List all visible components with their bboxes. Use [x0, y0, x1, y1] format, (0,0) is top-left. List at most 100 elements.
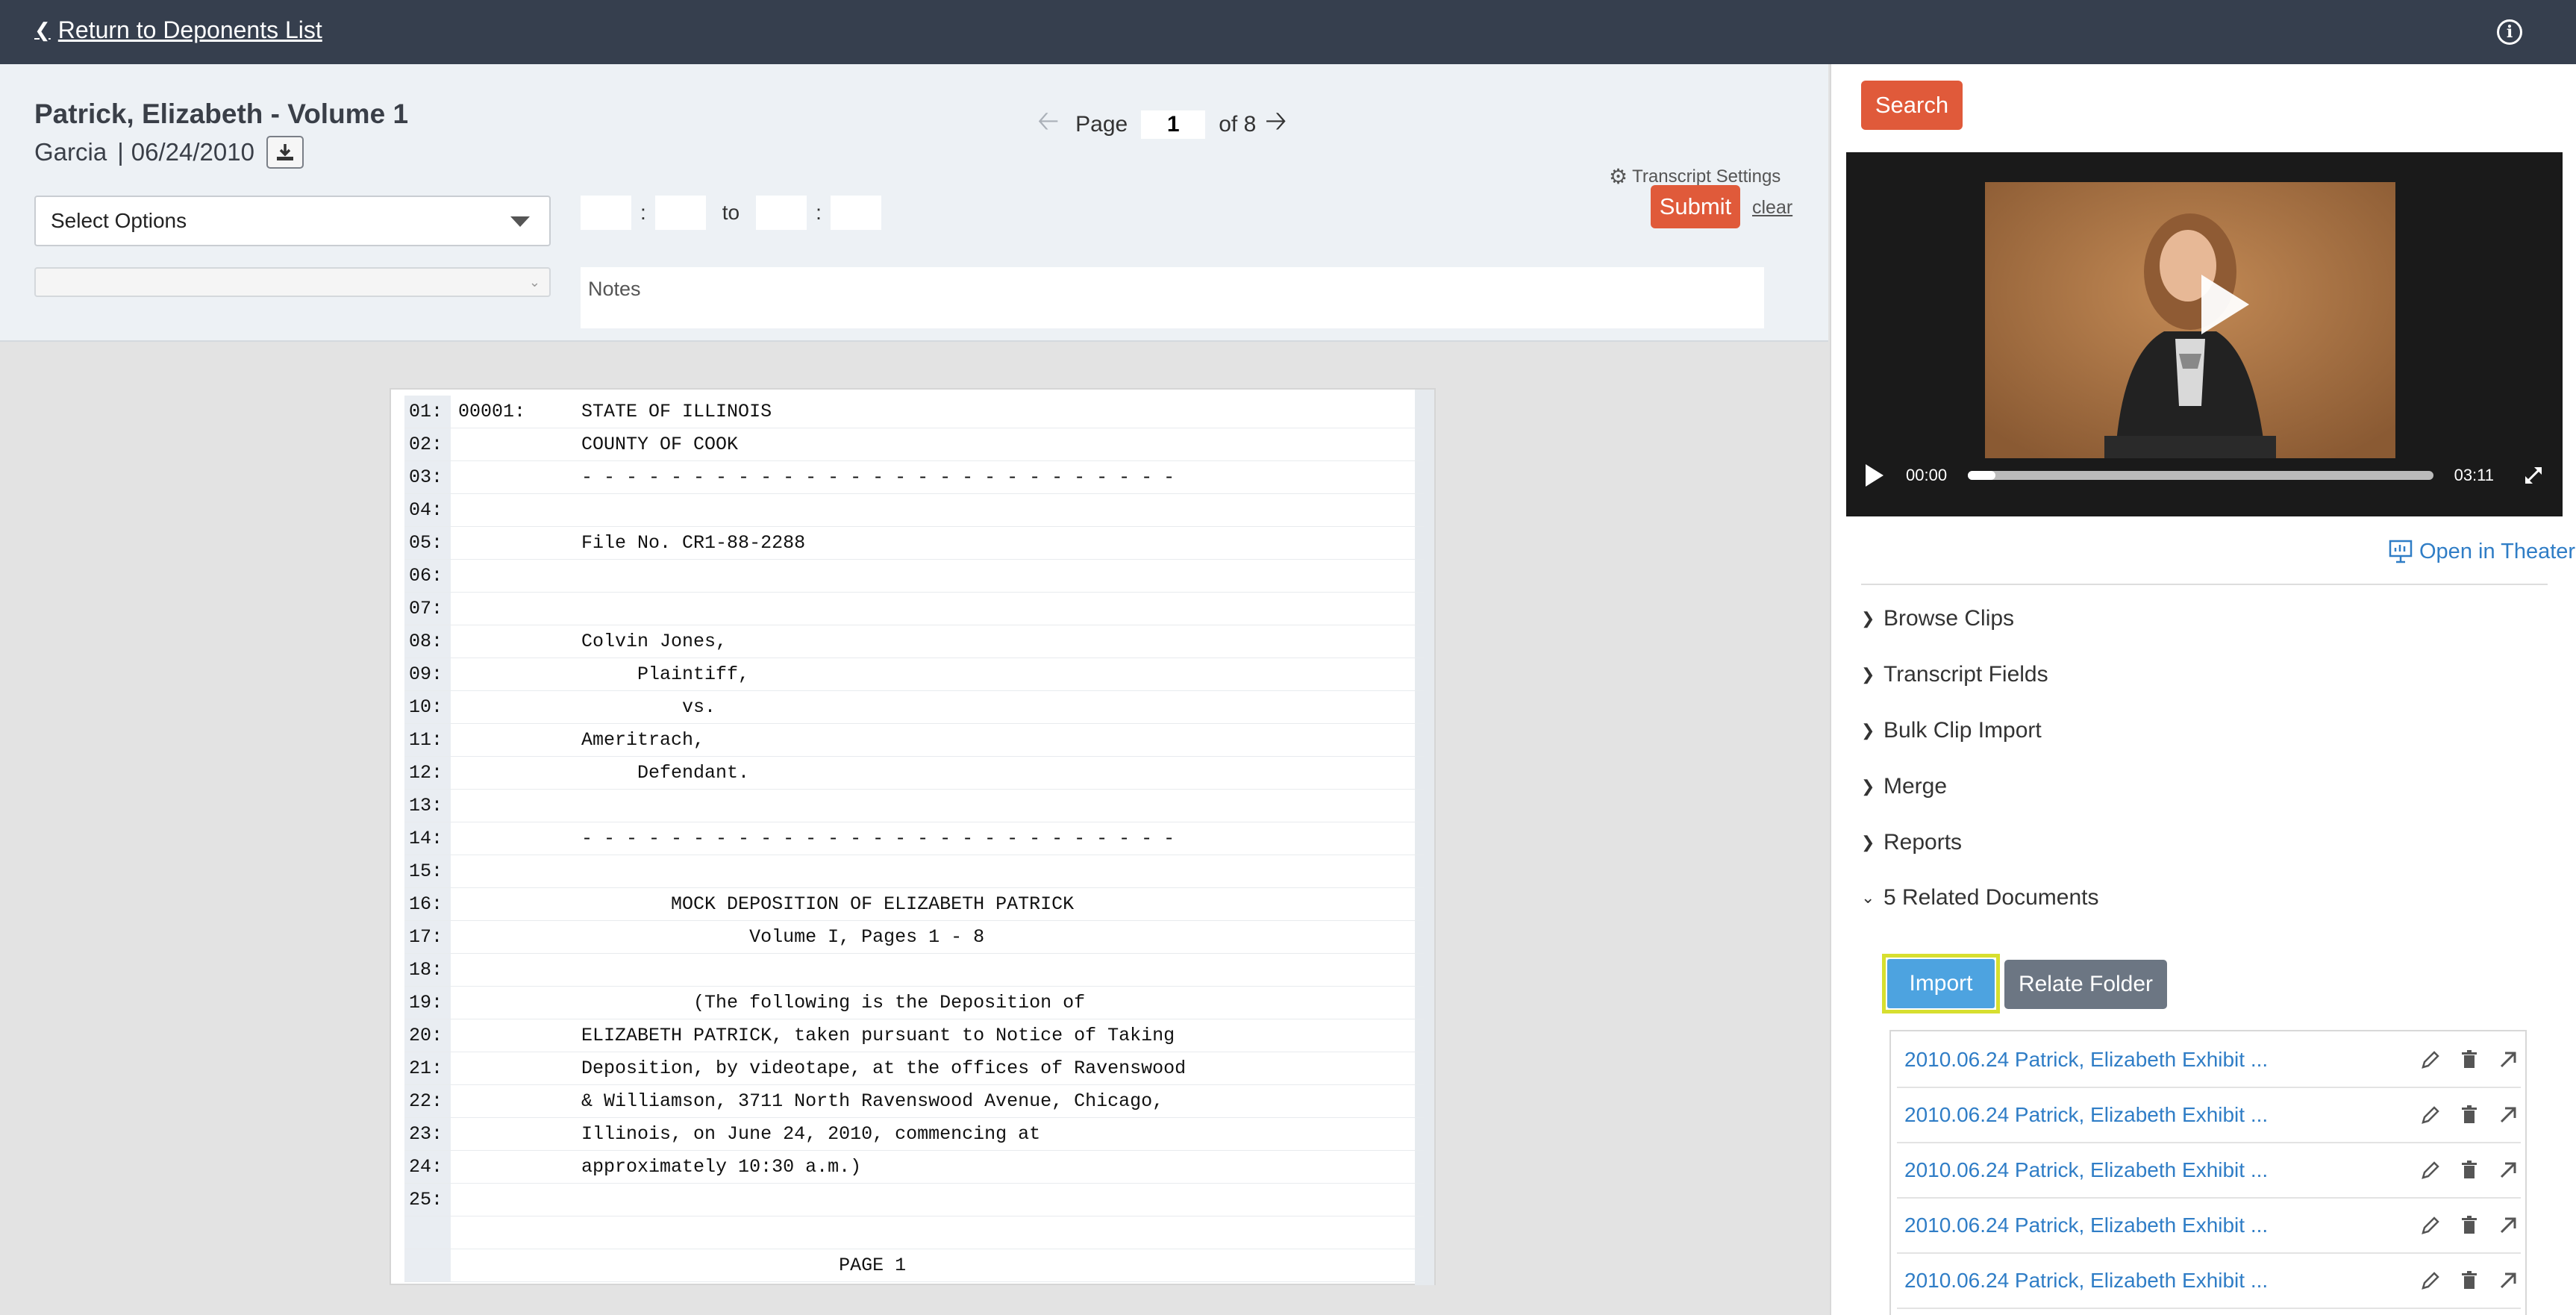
line-number: 10: [404, 691, 451, 723]
open-in-theater-link[interactable]: Open in Theater [2388, 539, 2575, 564]
transcript-line[interactable] [404, 1216, 1424, 1249]
transcript-line[interactable]: 09: Plaintiff, [404, 658, 1424, 691]
transcript-line[interactable]: 25: [404, 1184, 1424, 1216]
trash-icon[interactable] [2457, 1268, 2482, 1293]
related-document-row: 2010.06.24 Patrick, Elizabeth Exhibit ..… [1897, 1254, 2521, 1309]
info-icon[interactable]: i [2497, 19, 2522, 45]
line-number [404, 1249, 451, 1281]
related-documents-list: 2010.06.24 Patrick, Elizabeth Exhibit ..… [1889, 1030, 2527, 1315]
video-progress-bar[interactable] [1968, 471, 2433, 480]
accordion-bulk-clip-import[interactable]: ❯ Bulk Clip Import [1861, 718, 2042, 743]
accordion-browse-clips[interactable]: ❯ Browse Clips [1861, 606, 2014, 631]
edit-icon[interactable] [2418, 1047, 2443, 1072]
external-link-arrow-icon[interactable] [2495, 1047, 2521, 1072]
transcript-line[interactable]: 11: Ameritrach, [404, 724, 1424, 757]
transcript-line[interactable]: 16: MOCK DEPOSITION OF ELIZABETH PATRICK [404, 888, 1424, 921]
trash-icon[interactable] [2457, 1158, 2482, 1183]
transcript-line[interactable]: 01: 00001: STATE OF ILLINOIS [404, 396, 1424, 428]
accordion-merge[interactable]: ❯ Merge [1861, 774, 1947, 799]
clear-link[interactable]: clear [1752, 197, 1792, 219]
transcript-line[interactable]: PAGE 1 [404, 1249, 1424, 1282]
video-controls: 00:00 03:11 [1846, 434, 2563, 516]
transcript-line[interactable]: 15: [404, 855, 1424, 888]
video-progress-fill [1968, 471, 1996, 480]
document-link[interactable]: 2010.06.24 Patrick, Elizabeth Exhibit ..… [1904, 1214, 2404, 1237]
transcript-line[interactable]: 05: File No. CR1-88-2288 [404, 527, 1424, 560]
transcript-line[interactable]: 12: Defendant. [404, 757, 1424, 790]
play-icon[interactable] [1866, 464, 1883, 487]
line-text [451, 954, 1424, 986]
transcript-line[interactable]: 04: [404, 494, 1424, 527]
line-text [451, 1216, 1424, 1249]
video-player[interactable]: 00:00 03:11 [1846, 152, 2563, 516]
return-link-label: Return to Deponents List [57, 16, 322, 43]
transcript-line[interactable]: 22: & Williamson, 3711 North Ravenswood … [404, 1085, 1424, 1118]
line-text: PAGE 1 [458, 1255, 907, 1276]
edit-icon[interactable] [2418, 1158, 2443, 1183]
transcript-line[interactable]: 02: COUNTY OF COOK [404, 428, 1424, 461]
accordion-transcript-fields[interactable]: ❯ Transcript Fields [1861, 662, 2048, 687]
start-seconds-input[interactable] [654, 196, 706, 230]
divider [1861, 584, 2548, 585]
accordion-reports[interactable]: ❯ Reports [1861, 830, 1962, 855]
edit-icon[interactable] [2418, 1268, 2443, 1293]
fullscreen-icon[interactable] [2524, 466, 2543, 485]
transcript-line[interactable]: 20: ELIZABETH PATRICK, taken pursuant to… [404, 1019, 1424, 1052]
transcript-line[interactable]: 06: [404, 560, 1424, 593]
transcript-line[interactable]: 24: approximately 10:30 a.m.) [404, 1151, 1424, 1184]
submit-button[interactable]: Submit [1651, 185, 1740, 228]
prev-page-arrow-icon[interactable]: 🡠 [1037, 101, 1059, 147]
related-document-row: 2010.06.24 Patrick, Elizabeth Exhibit ..… [1897, 1143, 2521, 1199]
document-link[interactable]: 2010.06.24 Patrick, Elizabeth Exhibit ..… [1904, 1158, 2404, 1182]
accordion-related-documents[interactable]: ⌄ 5 Related Documents [1861, 885, 2099, 910]
external-link-arrow-icon[interactable] [2495, 1158, 2521, 1183]
document-link[interactable]: 2010.06.24 Patrick, Elizabeth Exhibit ..… [1904, 1103, 2404, 1127]
line-text: Plaintiff, [458, 663, 750, 685]
video-thumbnail [1985, 182, 2395, 458]
transcript-line[interactable]: 13: [404, 790, 1424, 822]
edit-icon[interactable] [2418, 1102, 2443, 1128]
start-minutes-input[interactable] [581, 196, 631, 230]
transcript-page: 01: 00001: STATE OF ILLINOIS 02: COUNTY OF… [390, 388, 1436, 1285]
edit-icon[interactable] [2418, 1213, 2443, 1238]
line-number: 13: [404, 790, 451, 822]
import-button[interactable]: Import [1887, 959, 1995, 1008]
transcript-line[interactable]: 03: - - - - - - - - - - - - - - - - - - … [404, 461, 1424, 494]
transcript-line[interactable]: 17: Volume I, Pages 1 - 8 [404, 921, 1424, 954]
notes-field[interactable]: Notes [581, 267, 1764, 328]
transcript-line[interactable]: 21: Deposition, by videotape, at the off… [404, 1052, 1424, 1085]
page-number-input[interactable] [1141, 110, 1206, 139]
relate-folder-button[interactable]: Relate Folder [2004, 960, 2167, 1009]
transcript-line[interactable]: 14: - - - - - - - - - - - - - - - - - - … [404, 822, 1424, 855]
end-minutes-input[interactable] [756, 196, 807, 230]
trash-icon[interactable] [2457, 1047, 2482, 1072]
play-overlay-icon[interactable] [2201, 275, 2249, 334]
trash-icon[interactable] [2457, 1102, 2482, 1128]
related-document-row: 2010.06.24 Patrick, Elizabeth Exhibit ..… [1897, 1033, 2521, 1088]
search-button[interactable]: Search [1861, 81, 1963, 130]
external-link-arrow-icon[interactable] [2495, 1268, 2521, 1293]
transcript-line[interactable]: 19: (The following is the Deposition of [404, 987, 1424, 1019]
deponent-meta: Garcia | 06/24/2010 [34, 136, 304, 169]
select-options-dropdown[interactable]: Select Options [34, 196, 551, 246]
next-page-arrow-icon[interactable]: 🡢 [1265, 101, 1287, 147]
line-text: Deposition, by videotape, at the offices… [458, 1058, 1187, 1079]
download-button[interactable] [266, 136, 304, 169]
line-text [451, 494, 1424, 526]
return-to-deponents-link[interactable]: ❮ Return to Deponents List [34, 16, 322, 44]
external-link-arrow-icon[interactable] [2495, 1213, 2521, 1238]
end-seconds-input[interactable] [830, 196, 881, 230]
secondary-select[interactable]: ⌄ [34, 267, 551, 297]
transcript-line[interactable]: 10: vs. [404, 691, 1424, 724]
transcript-line[interactable]: 07: [404, 593, 1424, 625]
transcript-line[interactable]: 08: Colvin Jones, [404, 625, 1424, 658]
transcript-line[interactable]: 23: Illinois, on June 24, 2010, commenci… [404, 1118, 1424, 1151]
external-link-arrow-icon[interactable] [2495, 1102, 2521, 1128]
document-link[interactable]: 2010.06.24 Patrick, Elizabeth Exhibit ..… [1904, 1269, 2404, 1293]
line-text: Defendant. [458, 762, 750, 784]
line-number: 09: [404, 658, 451, 690]
document-link[interactable]: 2010.06.24 Patrick, Elizabeth Exhibit ..… [1904, 1048, 2404, 1072]
line-text: vs. [458, 696, 716, 718]
trash-icon[interactable] [2457, 1213, 2482, 1238]
transcript-line[interactable]: 18: [404, 954, 1424, 987]
